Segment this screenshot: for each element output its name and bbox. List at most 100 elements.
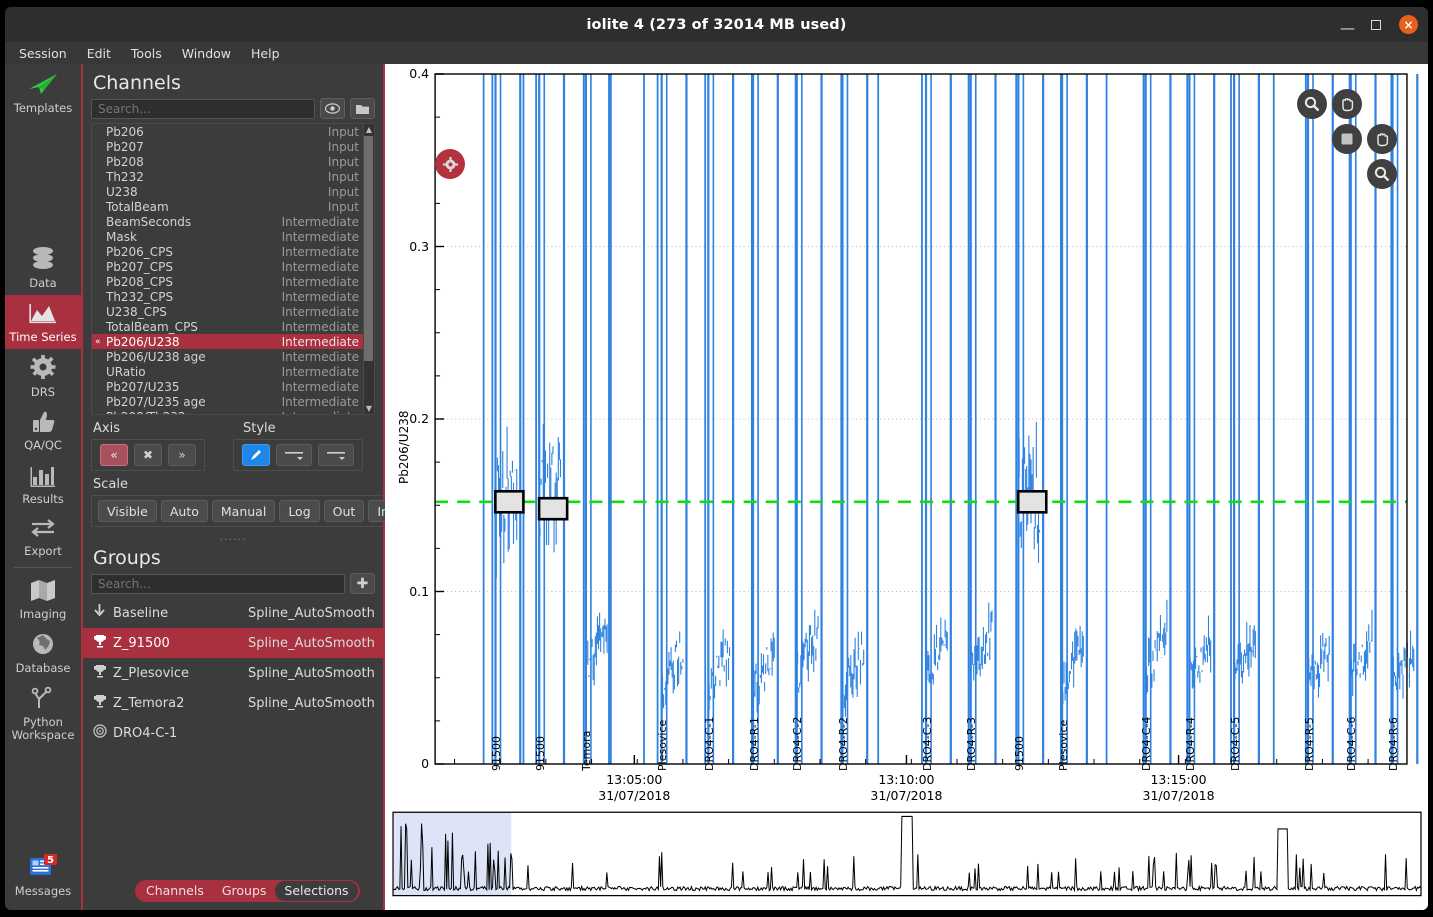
channel-row[interactable]: Th232 Input — [92, 169, 363, 184]
selection-label[interactable]: DRO4-R-5 — [1303, 717, 1316, 771]
channels-scrollbar[interactable]: ▲ ▼ — [363, 124, 374, 414]
menu-item-tools[interactable]: Tools — [131, 46, 162, 61]
selection-label[interactable]: DRO4-R-4 — [1184, 717, 1197, 771]
selection-label[interactable]: DRO4-C-6 — [1345, 717, 1358, 771]
channel-row[interactable]: Pb206/U238 age Intermediate — [92, 349, 363, 364]
tab-groups[interactable]: Groups — [213, 881, 276, 901]
add-group-button[interactable]: ✚ — [350, 573, 375, 594]
zoom2-button[interactable] — [1367, 159, 1397, 189]
channels-visibility-button[interactable] — [320, 98, 345, 119]
channel-row[interactable]: TotalBeam Input — [92, 199, 363, 214]
group-row[interactable]: Z_Temora2 Spline_AutoSmooth — [83, 688, 383, 718]
scale-auto-button[interactable]: Auto — [160, 500, 208, 522]
selection-label[interactable]: DRO4-C-5 — [1229, 717, 1242, 771]
scroll-down-icon[interactable]: ▼ — [366, 403, 372, 414]
channel-row[interactable]: Pb207_CPS Intermediate — [92, 259, 363, 274]
rail-item-templates[interactable]: Templates — [5, 64, 82, 120]
channel-row[interactable]: Pb207 Input — [92, 139, 363, 154]
rail-item-qa-qc[interactable]: QA/QC — [5, 404, 82, 458]
scroll-up-icon[interactable]: ▲ — [366, 124, 372, 135]
selection-label[interactable]: DRO4-R-1 — [748, 717, 761, 771]
selection-label[interactable]: 91500 — [490, 736, 503, 771]
scale-log-button[interactable]: Log — [279, 500, 320, 522]
pan2-button[interactable] — [1367, 124, 1397, 154]
style-width-dropdown[interactable] — [318, 444, 354, 466]
tab-channels[interactable]: Channels — [137, 881, 213, 901]
rail-item-python-workspace[interactable]: Python Workspace — [5, 680, 82, 747]
selection-label[interactable]: 91500 — [1013, 736, 1026, 771]
groups-search-input[interactable] — [91, 573, 345, 594]
pan-button[interactable] — [1332, 89, 1362, 119]
selection-label[interactable]: DRO4-R-2 — [837, 717, 850, 771]
channel-row[interactable]: Pb206 Input — [92, 124, 363, 139]
channel-row[interactable]: Th232_CPS Intermediate — [92, 289, 363, 304]
group-row-selected[interactable]: Z_91500 Spline_AutoSmooth — [83, 628, 383, 658]
menu-item-window[interactable]: Window — [182, 46, 231, 61]
style-line-dropdown[interactable] — [276, 444, 312, 466]
channel-row[interactable]: U238 Input — [92, 184, 363, 199]
tab-selections[interactable]: Selections — [275, 881, 358, 901]
time-series-plot[interactable] — [385, 64, 1428, 806]
scrollbar-thumb[interactable] — [364, 136, 373, 361]
channel-row[interactable]: U238_CPS Intermediate — [92, 304, 363, 319]
rail-item-results[interactable]: Results — [5, 458, 82, 512]
minimize-button[interactable]: — — [1340, 21, 1355, 36]
axis-remove-button[interactable]: ✖ — [134, 444, 162, 466]
channel-row[interactable]: URatio Intermediate — [92, 364, 363, 379]
channel-row[interactable]: BeamSeconds Intermediate — [92, 214, 363, 229]
scale-visible-button[interactable]: Visible — [98, 500, 157, 522]
rail-item-database[interactable]: Database — [5, 626, 82, 681]
select-button[interactable] — [1332, 124, 1362, 154]
menu-item-edit[interactable]: Edit — [87, 46, 111, 61]
close-button[interactable]: × — [1399, 15, 1418, 34]
selection-label[interactable]: Plesovice — [656, 720, 669, 771]
channel-name: Th232_CPS — [106, 289, 174, 304]
group-row[interactable]: DRO4-C-1 — [83, 718, 383, 748]
splitter-handle[interactable]: ...... — [83, 527, 383, 543]
channels-search-input[interactable] — [91, 98, 315, 119]
channel-row[interactable]: Mask Intermediate — [92, 229, 363, 244]
navigator-plot[interactable] — [385, 806, 1428, 910]
selection-label[interactable]: DRO4-C-4 — [1140, 717, 1153, 771]
group-row[interactable]: Z_Plesovice Spline_AutoSmooth — [83, 658, 383, 688]
selection-label[interactable]: 91500 — [534, 736, 547, 771]
selection-label[interactable]: DRO4-C-2 — [791, 717, 804, 771]
channel-row[interactable]: Pb207/U235 Intermediate — [92, 379, 363, 394]
channels-folder-button[interactable] — [350, 98, 375, 119]
rail-item-drs[interactable]: DRS — [5, 349, 82, 404]
channel-row[interactable]: Pb208 Input — [92, 154, 363, 169]
zoom-button[interactable] — [1297, 89, 1327, 119]
style-pen-button[interactable] — [242, 444, 270, 466]
rail-item-data[interactable]: Data — [5, 240, 82, 296]
selection-label[interactable]: DRO4-R-6 — [1387, 717, 1400, 771]
channel-row[interactable]: TotalBeam_CPS Intermediate — [92, 319, 363, 334]
axis-left-button[interactable]: « — [100, 444, 128, 466]
channels-list[interactable]: Pb206 Input Pb207 Input Pb208 Input Th232 In… — [91, 123, 375, 415]
menu-item-session[interactable]: Session — [19, 46, 67, 61]
channel-row[interactable]: Pb208_CPS Intermediate — [92, 274, 363, 289]
menu-item-help[interactable]: Help — [251, 46, 280, 61]
channel-row[interactable]: Pb208/Th232Intermediate — [92, 409, 363, 415]
selection-label[interactable]: Plesovice — [1057, 720, 1070, 771]
rail-item-messages[interactable]: 5 Messages — [5, 848, 82, 910]
rail-item-imaging[interactable]: Imaging — [5, 572, 82, 626]
selection-label[interactable]: DRO4-C-1 — [703, 717, 716, 771]
rail-item-time-series[interactable]: Time Series — [5, 295, 82, 350]
axis-right-button[interactable]: » — [168, 444, 196, 466]
channel-row-selected[interactable]: « Pb206/U238 Intermediate — [92, 334, 363, 349]
group-spline: Spline_AutoSmooth — [248, 605, 375, 621]
channel-row[interactable]: Pb206_CPS Intermediate — [92, 244, 363, 259]
chart-settings-button[interactable] — [435, 149, 465, 179]
scale-button-group: Visible Auto Manual Log Out In — [91, 495, 405, 527]
maximize-button[interactable] — [1371, 19, 1381, 30]
scale-manual-button[interactable]: Manual — [211, 500, 276, 522]
rail-item-export[interactable]: Export — [5, 511, 82, 563]
scale-out-button[interactable]: Out — [323, 500, 365, 522]
navigator-trace[interactable] — [385, 806, 1428, 910]
selection-label[interactable]: Temora — [580, 731, 593, 771]
selection-label[interactable]: DRO4-C-3 — [921, 717, 934, 771]
main-plot[interactable]: Pb206/U238 0 0.1 0.2 0.3 0.4 13:05:00 31… — [385, 64, 1428, 806]
selection-label[interactable]: DRO4-R-3 — [965, 717, 978, 771]
channel-row[interactable]: Pb207/U235 age Intermediate — [92, 394, 363, 409]
group-row[interactable]: Baseline Spline_AutoSmooth — [83, 598, 383, 628]
